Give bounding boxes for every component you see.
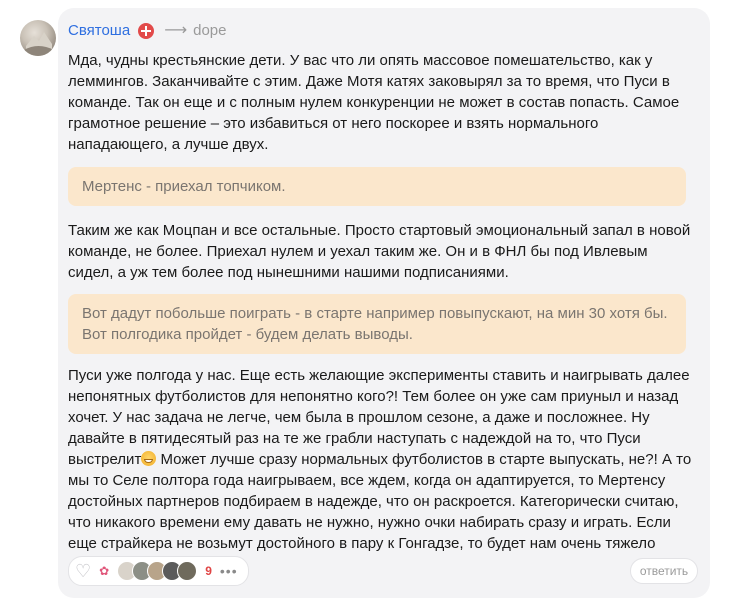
- reactor-avatar: [177, 561, 198, 581]
- comment-card: Святоша ⟶ dope Мда, чудны крестьянские д…: [58, 8, 710, 598]
- red-cross-badge-icon: [138, 23, 155, 39]
- grinning-face-emoji-icon: [141, 451, 157, 466]
- reply-to-user[interactable]: dope: [193, 21, 226, 41]
- comment-paragraph: Мда, чудны крестьянские дети. У вас что …: [68, 52, 680, 153]
- heart-icon[interactable]: ♡: [75, 561, 91, 582]
- user-avatar[interactable]: [20, 20, 56, 56]
- comment-header: Святоша ⟶ dope: [68, 21, 227, 41]
- comment-paragraph: Пуси уже полгода у нас. Еще есть желающи…: [68, 365, 696, 554]
- author-name[interactable]: Святоша: [68, 21, 130, 41]
- reply-arrow-icon: ⟶: [164, 22, 188, 39]
- quote-block: Мертенс - приехал топчиком.: [68, 167, 686, 206]
- comment-paragraph: Таким же как Моцпан и все остальные. Про…: [68, 222, 691, 281]
- quote-block: Вот дадут побольше поиграть - в старте н…: [68, 294, 686, 354]
- comment-body: Мда, чудны крестьянские дети. У вас что …: [68, 50, 696, 554]
- paragraph-text: Может лучше сразу нормальных футболистов…: [68, 451, 692, 552]
- reply-button[interactable]: ответить: [630, 558, 698, 584]
- reactions-count[interactable]: 9: [205, 564, 212, 578]
- reaction-avatars[interactable]: [117, 561, 198, 581]
- more-options-icon[interactable]: •••: [220, 563, 238, 579]
- flower-reaction-icon: ✿: [99, 564, 110, 578]
- reactions-bar: ♡ ✿ 9 •••: [68, 556, 249, 586]
